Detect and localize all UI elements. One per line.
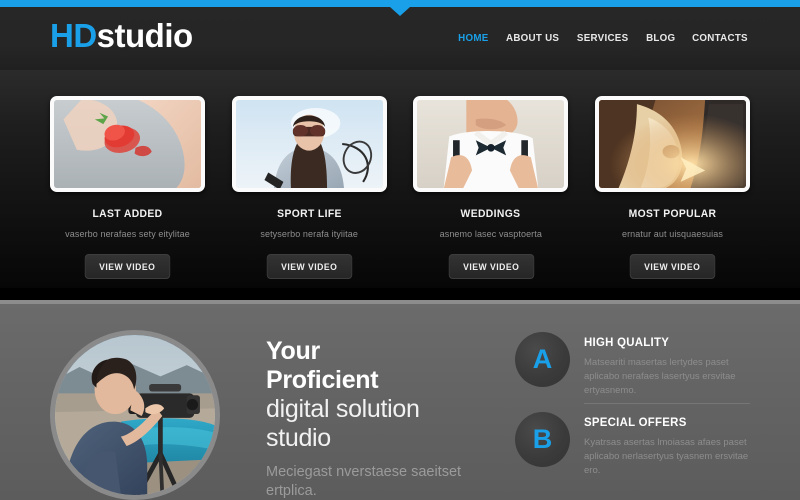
card-title: SPORT LIFE bbox=[276, 208, 342, 220]
card-title: WEDDINGS bbox=[460, 208, 521, 220]
nav-item-about-us[interactable]: ABOUT US bbox=[506, 32, 559, 44]
portrait-circle bbox=[50, 330, 220, 500]
feature-title: HIGH QUALITY bbox=[584, 335, 670, 349]
nav-item-blog[interactable]: BLOG bbox=[646, 32, 675, 44]
intro-subtext: Meciegast nverstaese saeitset ertplica. bbox=[266, 464, 462, 500]
top-accent-bar bbox=[0, 0, 800, 7]
logo-secondary-text: studio bbox=[96, 17, 193, 54]
logo-primary-text: HD bbox=[50, 17, 97, 54]
main-navigation: HOME ABOUT US SERVICES BLOG CONTACTS bbox=[457, 32, 750, 44]
feature-list: A HIGH QUALITY Matseariti masertas lerty… bbox=[515, 304, 750, 500]
showcase-card: WEDDINGS asnemo lasec vasptoerta VIEW VI… bbox=[413, 96, 569, 279]
feature-badge-a-icon: A bbox=[515, 332, 570, 387]
groom-bow-tie-photo bbox=[417, 100, 565, 188]
card-thumbnail-sport-life[interactable] bbox=[231, 96, 387, 192]
card-title: LAST ADDED bbox=[92, 208, 163, 220]
section-divider-light bbox=[0, 300, 800, 304]
view-video-button[interactable]: VIEW VIDEO bbox=[448, 254, 534, 279]
view-video-button[interactable]: VIEW VIDEO bbox=[85, 254, 170, 279]
feature-title: SPECIAL OFFERS bbox=[584, 415, 687, 430]
headline-line-4: studio bbox=[266, 424, 331, 452]
feature-item-special-offers[interactable]: B SPECIAL OFFERS Kyatrsas asertas lmoias… bbox=[515, 412, 750, 477]
nav-item-contacts[interactable]: CONTACTS bbox=[692, 32, 748, 44]
showcase-card: LAST ADDED vaserbo nerafaes sety eitylit… bbox=[50, 96, 205, 279]
portrait-wrapper bbox=[50, 304, 236, 500]
intro-section: Your Proficient digital solution studio … bbox=[0, 304, 800, 500]
nav-item-services[interactable]: SERVICES bbox=[577, 32, 628, 44]
showcase-section: LAST ADDED vaserbo nerafaes sety eitylit… bbox=[0, 70, 800, 298]
cameraman-photo bbox=[55, 335, 215, 495]
feature-item-high-quality[interactable]: A HIGH QUALITY Matseariti masertas lerty… bbox=[515, 332, 750, 397]
view-video-button[interactable]: VIEW VIDEO bbox=[629, 254, 715, 279]
intro-headline-block: Your Proficient digital solution studio … bbox=[236, 304, 515, 500]
feature-body: HIGH QUALITY Matseariti masertas lertyde… bbox=[570, 332, 750, 397]
feature-body: SPECIAL OFFERS Kyatrsas asertas lmoiasas… bbox=[570, 412, 750, 477]
view-video-button[interactable]: VIEW VIDEO bbox=[266, 254, 352, 279]
card-description: asnemo lasec vasptoerta bbox=[439, 229, 542, 239]
showcase-card: SPORT LIFE setyserbo nerafa ityiitae VIE… bbox=[231, 96, 387, 279]
feature-divider bbox=[584, 403, 750, 405]
top-accent-notch-icon bbox=[390, 7, 410, 16]
strawberry-lips-photo bbox=[54, 100, 201, 188]
feature-text: Kyatrsas asertas lmoiasas afaes paset ap… bbox=[584, 437, 749, 476]
section-divider-dark bbox=[0, 288, 800, 300]
showcase-card: MOST POPULAR ernatur aut uisquaesuias VI… bbox=[594, 96, 750, 279]
headline-line-3: digital solution bbox=[266, 395, 420, 423]
headline-line-1: Your bbox=[266, 337, 320, 365]
page-root: HDstudio HOME ABOUT US SERVICES BLOG CON… bbox=[0, 0, 800, 500]
warm-suit-closeup-photo bbox=[598, 100, 746, 188]
feature-text: Matseariti masertas lertydes paset aplic… bbox=[584, 357, 736, 396]
card-description: ernatur aut uisquaesuias bbox=[621, 229, 723, 239]
card-description: setyserbo nerafa ityiitae bbox=[260, 229, 358, 239]
headline-line-2: Proficient bbox=[266, 366, 379, 394]
site-header: HDstudio HOME ABOUT US SERVICES BLOG CON… bbox=[0, 7, 800, 70]
card-description: vaserbo nerafaes sety eitylitae bbox=[65, 229, 190, 239]
card-title: MOST POPULAR bbox=[628, 208, 717, 220]
sport-woman-photo bbox=[235, 100, 383, 188]
card-thumbnail-most-popular[interactable] bbox=[594, 96, 750, 192]
card-thumbnail-last-added[interactable] bbox=[50, 96, 205, 192]
site-logo[interactable]: HDstudio bbox=[50, 19, 193, 52]
intro-inner: Your Proficient digital solution studio … bbox=[50, 304, 750, 500]
header-inner: HDstudio HOME ABOUT US SERVICES BLOG CON… bbox=[50, 7, 750, 70]
showcase-card-list: LAST ADDED vaserbo nerafaes sety eitylit… bbox=[50, 70, 750, 279]
feature-badge-b-icon: B bbox=[515, 412, 570, 468]
card-thumbnail-weddings[interactable] bbox=[413, 96, 569, 192]
nav-item-home[interactable]: HOME bbox=[458, 32, 488, 44]
